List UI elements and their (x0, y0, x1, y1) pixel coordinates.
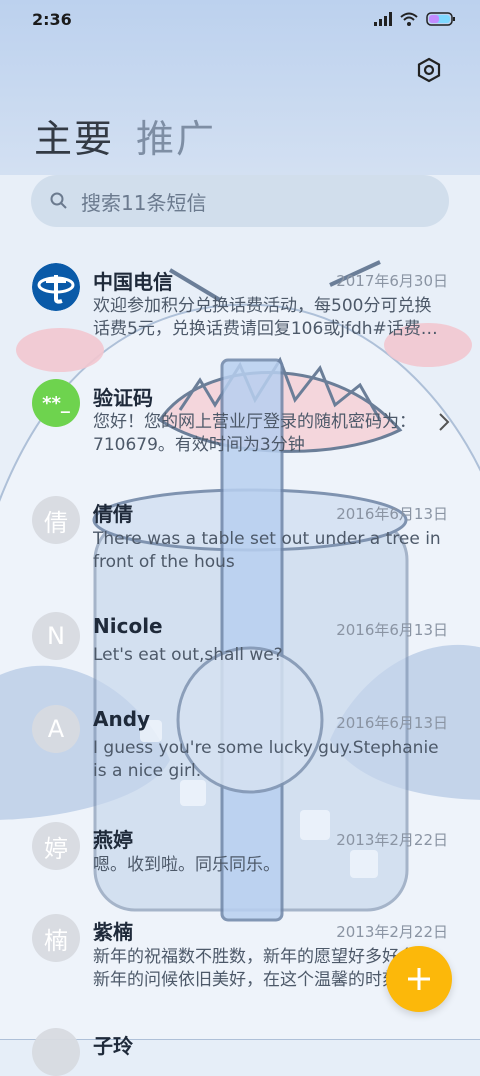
conversation-date: 2016年6月13日 (336, 714, 448, 732)
conversation-name: 子玲 (93, 1034, 133, 1058)
conversation-item[interactable]: N Nicole 2016年6月13日 Let's eat out,shall … (0, 610, 480, 680)
conversation-preview: I guess you're some lucky guy.Stephanie … (93, 738, 439, 781)
conversation-name: 中国电信 (93, 270, 173, 294)
avatar: 楠 (32, 914, 80, 962)
conversation-name: 倩倩 (93, 502, 133, 526)
conversation-preview: 欢迎参加积分兑换话费活动，每500分可兑换话费5元，兑换话费请回复106或jfd… (93, 296, 438, 339)
new-message-button[interactable] (386, 946, 452, 1012)
plus-icon (408, 968, 430, 990)
conversation-item[interactable]: 子玲 (0, 1026, 480, 1076)
avatar: 婷 (32, 822, 80, 870)
conversation-name: Andy (93, 707, 151, 731)
conversation-date: 2016年6月13日 (336, 621, 448, 639)
conversation-preview: 您好！您的网上营业厅登录的随机密码为：710679。有效时间为3分钟 (93, 412, 416, 455)
conversation-date: 2017年6月30日 (336, 272, 448, 290)
conversation-name: 验证码 (93, 386, 153, 410)
conversation-preview: Let's eat out,shall we? (93, 645, 283, 665)
avatar (32, 263, 80, 311)
conversation-date: 2013年2月22日 (336, 831, 448, 849)
conversation-item[interactable]: 婷 燕婷 2013年2月22日 嗯。收到啦。同乐同乐。 (0, 820, 480, 890)
avatar: A (32, 705, 80, 753)
conversation-list: 中国电信 2017年6月30日 欢迎参加积分兑换话费活动，每500分可兑换话费5… (0, 0, 480, 1076)
conversation-item[interactable]: A Andy 2016年6月13日 I guess you're some lu… (0, 703, 480, 793)
chevron-right-icon (439, 413, 450, 431)
china-telecom-logo-icon (32, 263, 80, 311)
conversation-item[interactable]: 倩 倩倩 2016年6月13日 There was a table set ou… (0, 494, 480, 584)
conversation-preview: 嗯。收到啦。同乐同乐。 (93, 855, 280, 875)
conversation-name: 紫楠 (93, 920, 133, 944)
avatar: 倩 (32, 496, 80, 544)
conversation-item[interactable]: **_ 验证码 您好！您的网上营业厅登录的随机密码为：710679。有效时间为3… (0, 377, 480, 467)
avatar: N (32, 612, 80, 660)
conversation-preview: There was a table set out under a tree i… (93, 529, 441, 572)
conversation-date: 2016年6月13日 (336, 505, 448, 523)
avatar: **_ (32, 379, 80, 427)
avatar (32, 1028, 80, 1076)
conversation-date: 2013年2月22日 (336, 923, 448, 941)
conversation-item[interactable]: 中国电信 2017年6月30日 欢迎参加积分兑换话费活动，每500分可兑换话费5… (0, 258, 480, 348)
conversation-name: Nicole (93, 614, 163, 638)
conversation-name: 燕婷 (93, 828, 133, 852)
